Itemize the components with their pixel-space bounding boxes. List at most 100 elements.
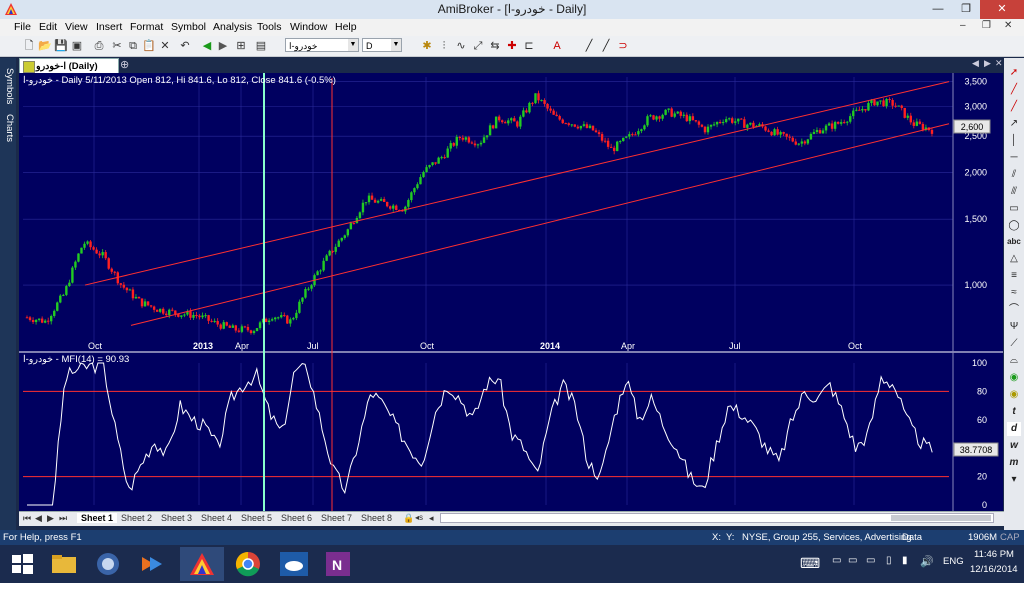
open-folder-icon[interactable]: 📂: [38, 39, 52, 53]
chart-svg[interactable]: 3,5003,0002,5002,0001,5001,0001008060402…: [19, 73, 1003, 511]
menu-edit[interactable]: Edit: [39, 21, 57, 33]
new-file-icon[interactable]: 🗋: [22, 39, 36, 53]
horizontal-scrollbar[interactable]: [440, 513, 994, 523]
tray-expand-icon[interactable]: ▭: [832, 555, 841, 566]
keyboard-icon[interactable]: ⌨: [800, 555, 820, 572]
refresh-icon[interactable]: ◉: [1007, 371, 1021, 385]
app-arrows-icon[interactable]: [132, 547, 172, 581]
bar-chart-icon[interactable]: ⫶: [437, 39, 451, 53]
window-list-icon[interactable]: ▤: [254, 39, 268, 53]
andrews-pitchfork-icon[interactable]: Ψ: [1007, 320, 1021, 334]
amibroker-task-icon[interactable]: [180, 547, 224, 581]
sheet-first-icon[interactable]: ⏮: [23, 513, 31, 524]
paste-icon[interactable]: 📋: [142, 39, 156, 53]
delete-icon[interactable]: ✕: [158, 39, 172, 53]
candlestick-icon[interactable]: ✱: [420, 39, 434, 53]
cut-icon[interactable]: ✂: [110, 39, 124, 53]
tab-scroll-right-icon[interactable]: ▶: [984, 58, 991, 69]
vertical-line-icon[interactable]: │: [1007, 134, 1021, 148]
battery-icon[interactable]: ▯: [886, 555, 892, 566]
tray-icon-3[interactable]: ▭: [866, 555, 875, 566]
close-button[interactable]: ✕: [980, 0, 1024, 19]
trendline-icon[interactable]: ╱: [1007, 83, 1021, 97]
delta-icon[interactable]: d: [1007, 422, 1021, 436]
cursor-icon[interactable]: ✚: [505, 39, 519, 53]
extended-line-icon[interactable]: ↗: [1007, 117, 1021, 131]
arc-icon[interactable]: ⌒: [1007, 303, 1021, 317]
select-arrow-icon[interactable]: ➚: [1007, 66, 1021, 80]
fibonacci-icon[interactable]: ≡: [1007, 269, 1021, 283]
horizontal-line-icon[interactable]: ─: [1007, 151, 1021, 165]
volume-icon[interactable]: 🔊: [920, 555, 934, 568]
sheet-scroll-icon[interactable]: ◂: [429, 513, 434, 524]
chevron-down-icon[interactable]: ▼: [391, 39, 401, 51]
save-icon[interactable]: 💾: [54, 39, 68, 53]
gann-fan-icon[interactable]: ⟋: [1007, 337, 1021, 351]
onedrive-icon[interactable]: [274, 547, 314, 581]
mfi-pane[interactable]: [23, 362, 949, 506]
rectangle-icon[interactable]: ▭: [1007, 202, 1021, 216]
windows-start-icon[interactable]: [2, 547, 42, 581]
sheet-tab-4[interactable]: Sheet 4: [201, 513, 232, 523]
forward-icon[interactable]: ▶: [216, 39, 230, 53]
month-icon[interactable]: m: [1007, 456, 1021, 470]
sheet-tab-2[interactable]: Sheet 2: [121, 513, 152, 523]
tab-symbols[interactable]: Symbols: [1, 64, 15, 108]
color-picker-icon[interactable]: A: [550, 39, 564, 53]
parallel-lines-icon[interactable]: ⫽: [1007, 168, 1021, 182]
chart-window-tab[interactable]: ا-خودرو (Daily): [19, 58, 119, 73]
clock-time[interactable]: 11:46 PM: [974, 549, 1014, 560]
sheet-tab-3[interactable]: Sheet 3: [161, 513, 192, 523]
back-icon[interactable]: ◀: [200, 39, 214, 53]
range-icon[interactable]: ⊏: [522, 39, 536, 53]
magnet-icon[interactable]: ⊃: [616, 39, 630, 53]
restore-button[interactable]: ❐: [952, 0, 980, 19]
sheet-tab-5[interactable]: Sheet 5: [241, 513, 272, 523]
chrome-icon[interactable]: [228, 547, 268, 581]
menu-analysis[interactable]: Analysis: [213, 21, 252, 33]
network-icon[interactable]: ▮: [902, 555, 908, 566]
wave-icon[interactable]: ≈: [1007, 286, 1021, 300]
chevron-down-icon[interactable]: ▼: [348, 39, 358, 51]
minimize-button[interactable]: —: [924, 0, 952, 19]
menu-insert[interactable]: Insert: [96, 21, 122, 33]
mdi-close-icon[interactable]: ✕: [1004, 20, 1012, 31]
clock-date[interactable]: 12/16/2014: [970, 564, 1018, 575]
pencil-thin-icon[interactable]: ╱: [582, 39, 596, 53]
triangle-icon[interactable]: △: [1007, 252, 1021, 266]
menu-window[interactable]: Window: [290, 21, 327, 33]
tab-scroll-left-icon[interactable]: ◀: [972, 58, 979, 69]
layout-icon[interactable]: ⊞: [234, 39, 248, 53]
menu-tools[interactable]: Tools: [257, 21, 282, 33]
line-chart-icon[interactable]: ∿: [454, 39, 468, 53]
week-icon[interactable]: w: [1007, 439, 1021, 453]
zoom-icon[interactable]: ⤢: [471, 39, 485, 53]
menu-symbol[interactable]: Symbol: [171, 21, 206, 33]
price-pane[interactable]: [25, 81, 950, 335]
sheet-tab-7[interactable]: Sheet 7: [321, 513, 352, 523]
scrollbar-thumb[interactable]: [891, 515, 991, 521]
sheet-tab-1[interactable]: Sheet 1: [77, 513, 118, 523]
sheet-next-icon[interactable]: ▶: [47, 513, 54, 524]
file-explorer-icon[interactable]: [44, 547, 84, 581]
menu-file[interactable]: File: [14, 21, 31, 33]
interval-combobox[interactable]: D ▼: [362, 38, 402, 52]
sheet-tab-8[interactable]: Sheet 8: [361, 513, 392, 523]
arrows-icon[interactable]: ◉: [1007, 388, 1021, 402]
menu-help[interactable]: Help: [335, 21, 357, 33]
channel-icon[interactable]: ⫻: [1007, 185, 1021, 199]
save-all-icon[interactable]: ▣: [70, 39, 84, 53]
mdi-restore-icon[interactable]: ❐: [982, 20, 991, 31]
onenote-icon[interactable]: N: [318, 547, 358, 581]
copy-icon[interactable]: ⧉: [126, 39, 140, 53]
ruler-icon[interactable]: t: [1007, 405, 1021, 419]
mdi-minimize-icon[interactable]: –: [960, 20, 966, 31]
undo-icon[interactable]: ↶: [178, 39, 192, 53]
new-tab-icon[interactable]: ⊕: [120, 58, 129, 71]
language-indicator[interactable]: ENG: [943, 556, 964, 567]
more-tools-icon[interactable]: ▾: [1007, 473, 1021, 487]
tray-icon-2[interactable]: ▭: [848, 555, 857, 566]
ray-icon[interactable]: ╱: [1007, 100, 1021, 114]
lock-icon[interactable]: 🔒: [403, 513, 414, 524]
sheet-tab-6[interactable]: Sheet 6: [281, 513, 312, 523]
